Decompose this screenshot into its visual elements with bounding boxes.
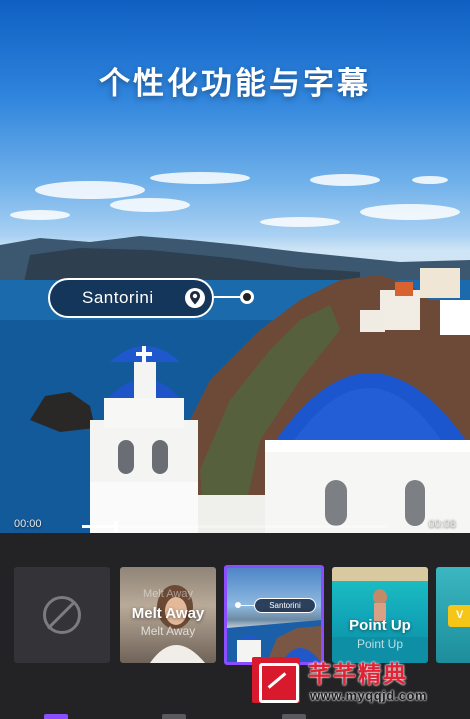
app-screen: 个性化功能与字幕 Santorini 00:00 00:08 Melt Away… bbox=[0, 0, 470, 719]
template-melt-away[interactable]: Melt Away Melt Away Melt Away bbox=[120, 567, 216, 663]
melt-away-ghost-text: Melt Away bbox=[143, 588, 193, 600]
watermark: 芊芊精典 www.myqqjd.com bbox=[252, 655, 467, 705]
watermark-logo-icon bbox=[252, 657, 300, 703]
santorini-preview-image bbox=[227, 620, 321, 662]
time-end: 00:08 bbox=[428, 518, 456, 530]
melt-away-subtitle: Melt Away bbox=[140, 624, 196, 638]
template-list: Melt Away Melt Away Melt Away Santorini bbox=[0, 565, 470, 667]
location-pin-icon bbox=[185, 288, 205, 308]
time-start: 00:00 bbox=[14, 518, 42, 530]
progress-fill bbox=[82, 525, 116, 528]
point-up-subtitle: Point Up bbox=[356, 637, 404, 651]
progress-thumb[interactable] bbox=[113, 521, 118, 532]
video-preview[interactable]: 个性化功能与字幕 Santorini 00:00 00:08 bbox=[0, 0, 470, 533]
mini-location-sticker: Santorini bbox=[254, 598, 316, 613]
bottom-tab-2[interactable] bbox=[162, 714, 186, 719]
point-up-title: Point Up bbox=[349, 617, 411, 634]
sticker-drag-handle[interactable] bbox=[240, 290, 254, 304]
template-santorini-selected[interactable]: Santorini bbox=[224, 565, 324, 665]
bottom-tab-3[interactable] bbox=[282, 714, 306, 719]
partial-template-badge: V bbox=[448, 605, 470, 627]
melt-away-title: Melt Away bbox=[131, 605, 205, 622]
none-icon bbox=[43, 596, 81, 634]
progress-bar[interactable] bbox=[82, 521, 388, 532]
mini-location-label: Santorini bbox=[269, 601, 301, 610]
watermark-url: www.myqqjd.com bbox=[310, 688, 428, 703]
mini-sticker-line bbox=[240, 605, 254, 606]
template-partial[interactable]: V bbox=[436, 567, 470, 663]
template-none[interactable] bbox=[14, 567, 110, 663]
location-sticker-label: Santorini bbox=[82, 288, 154, 307]
headline-title: 个性化功能与字幕 bbox=[99, 66, 371, 102]
bottom-tab-indicator[interactable] bbox=[44, 714, 68, 719]
watermark-title: 芊芊精典 bbox=[308, 662, 408, 688]
location-sticker[interactable]: Santorini bbox=[48, 278, 214, 318]
template-point-up[interactable]: Point Up Point Up bbox=[332, 567, 428, 663]
